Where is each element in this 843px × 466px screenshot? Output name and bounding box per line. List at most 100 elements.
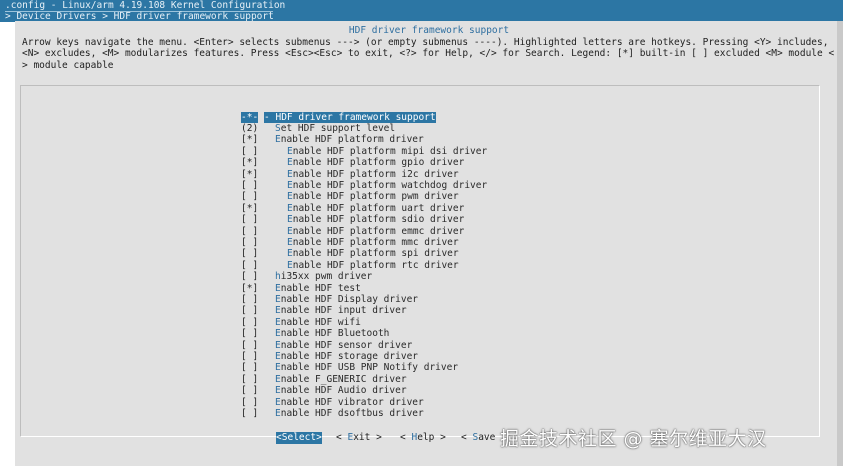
menu-item[interactable]: -*- - HDF driver framework support: [21, 111, 436, 123]
menu-item-state[interactable]: [ ]: [241, 248, 258, 259]
menu-item-label-rest: nable HDF storage driver: [280, 350, 419, 362]
menu-item-state[interactable]: [*]: [241, 283, 258, 294]
menu-item-label-rest: nable HDF USB PNP Notify driver: [280, 362, 459, 374]
menu-item-state[interactable]: (2): [241, 123, 258, 134]
menu-item-state[interactable]: [ ]: [241, 294, 258, 305]
menu-item-label: Enable HDF test: [275, 283, 361, 294]
menu-item-state[interactable]: [ ]: [241, 271, 258, 282]
menu-item-state[interactable]: [ ]: [241, 397, 258, 408]
menu-item-label: Enable HDF dsoftbus driver: [275, 408, 424, 419]
menu-item[interactable]: [ ] Enable HDF platform mipi dsi driver: [21, 146, 487, 157]
menu-item-state[interactable]: [ ]: [241, 374, 258, 385]
menu-item-state[interactable]: [ ]: [241, 180, 258, 191]
menu-item-label-rest: nable HDF input driver: [280, 305, 407, 317]
menu-item[interactable]: [ ] Enable HDF input driver: [21, 305, 421, 316]
menu-item[interactable]: [ ] Enable HDF platform spi driver: [21, 248, 459, 259]
menu-item-state[interactable]: [*]: [241, 169, 258, 180]
menu-item[interactable]: [ ] Enable HDF platform rtc driver: [21, 260, 459, 271]
menu-item[interactable]: [ ] Enable HDF Audio driver: [21, 385, 421, 396]
menu-item[interactable]: [ ] Enable HDF wifi: [21, 317, 421, 328]
menu-item-state[interactable]: [ ]: [241, 351, 258, 362]
save-button[interactable]: < Save: [461, 432, 495, 444]
menu-item-state[interactable]: [ ]: [241, 328, 258, 339]
menu-item-label: Enable HDF platform spi driver: [287, 248, 459, 259]
menu-item-label-rest: nable HDF sensor driver: [280, 339, 413, 351]
menu-item-label-rest: nable HDF Audio driver: [280, 385, 407, 397]
menu-item[interactable]: [ ] hi35xx pwm driver: [21, 271, 421, 282]
menu-item[interactable]: [ ] Enable HDF platform watchdog driver: [21, 180, 487, 191]
menu-item-label: Enable HDF wifi: [275, 317, 361, 328]
menu-item-state[interactable]: [ ]: [241, 226, 258, 237]
menu-item-label-rest: nable HDF platform pwm driver: [292, 191, 459, 203]
menu-item-state[interactable]: [ ]: [241, 237, 258, 248]
help-button[interactable]: < Help >: [400, 432, 446, 444]
menu-item[interactable]: [ ] Enable F_GENERIC driver: [21, 374, 421, 385]
menu-item[interactable]: (2) Set HDF support level: [21, 123, 421, 134]
menu-item-label-rest: nable HDF platform mipi dsi driver: [292, 145, 488, 157]
menu-item[interactable]: [ ] Enable HDF storage driver: [21, 351, 421, 362]
menu-item-label: Enable HDF platform watchdog driver: [287, 180, 487, 191]
menu-item[interactable]: [ ] Enable HDF Display driver: [21, 294, 421, 305]
menu-item-state[interactable]: [ ]: [241, 362, 258, 373]
menu-item-label: Enable HDF platform mipi dsi driver: [287, 146, 487, 157]
menu-item[interactable]: [*] Enable HDF platform driver: [21, 134, 424, 145]
menu-item-label: Enable HDF vibrator driver: [275, 397, 424, 408]
menu-item-state[interactable]: -*-: [241, 111, 259, 123]
select-button[interactable]: <Select>: [276, 432, 322, 444]
menu-item-state[interactable]: [*]: [241, 203, 258, 214]
menu-item-state[interactable]: [ ]: [241, 191, 258, 202]
menu-item-label-rest: nable HDF platform rtc driver: [292, 259, 459, 271]
menu-item-state[interactable]: [ ]: [241, 408, 258, 419]
menu-item-label: Enable HDF platform gpio driver: [287, 157, 464, 168]
menu-item-state[interactable]: [*]: [241, 157, 258, 168]
menu-item-label: Enable HDF input driver: [275, 305, 407, 316]
menu-item-label: Enable HDF platform emmc driver: [287, 226, 464, 237]
menu-item-state[interactable]: [ ]: [241, 305, 258, 316]
menu-item[interactable]: [ ] Enable HDF USB PNP Notify driver: [21, 362, 458, 373]
menu-item-label-rest: nable HDF platform emmc driver: [292, 225, 465, 237]
menu-item[interactable]: [ ] Enable HDF sensor driver: [21, 340, 421, 351]
menuconfig-dialog: HDF driver framework support Arrow keys …: [15, 21, 843, 466]
menu-item-label-rest: et HDF support level: [280, 122, 396, 134]
menu-item-state[interactable]: [ ]: [241, 385, 258, 396]
menu-item-label: Enable HDF USB PNP Notify driver: [275, 362, 458, 373]
menu-item-label: - HDF driver framework support: [264, 111, 436, 123]
menu-item[interactable]: [*] Enable HDF platform i2c driver: [21, 169, 459, 180]
menu-item-label: Enable HDF platform pwm driver: [287, 191, 459, 202]
menu-item-state[interactable]: [ ]: [241, 260, 258, 271]
menu-list[interactable]: -*- - HDF driver framework support (2) Set …: [20, 85, 820, 437]
menu-item-state[interactable]: [ ]: [241, 340, 258, 351]
menu-item[interactable]: [*] Enable HDF platform uart driver: [21, 203, 464, 214]
exit-button[interactable]: < Exit >: [336, 432, 382, 444]
menu-item-label: Enable HDF platform mmc driver: [287, 237, 459, 248]
menu-item-label-rest: nable HDF platform uart driver: [292, 202, 465, 214]
dialog-shadow: [837, 21, 843, 466]
menu-item[interactable]: [ ] Enable HDF platform mmc driver: [21, 237, 459, 248]
menu-item-label-rest: DF driver framework support: [281, 111, 436, 123]
menu-item-label-rest: nable HDF platform i2c driver: [292, 168, 459, 180]
menu-item[interactable]: [ ] Enable HDF platform sdio driver: [21, 214, 464, 225]
watermark-text: 掘金技术社区 @ 塞尔维亚大汉: [500, 428, 767, 450]
menu-item[interactable]: [*] Enable HDF test: [21, 283, 421, 294]
menu-item[interactable]: [ ] Enable HDF vibrator driver: [21, 397, 424, 408]
menu-item[interactable]: [*] Enable HDF platform gpio driver: [21, 157, 464, 168]
menu-item-label: Enable F_GENERIC driver: [275, 374, 407, 385]
help-text: Arrow keys navigate the menu. <Enter> se…: [22, 37, 835, 71]
menu-item[interactable]: [ ] Enable HDF platform pwm driver: [21, 191, 459, 202]
menu-item[interactable]: [ ] Enable HDF Bluetooth: [21, 328, 421, 339]
menu-item[interactable]: [ ] Enable HDF dsoftbus driver: [21, 408, 424, 419]
menu-item-label: Enable HDF platform sdio driver: [287, 214, 464, 225]
menu-item-state[interactable]: [ ]: [241, 317, 258, 328]
menu-item-label-rest: nable HDF Bluetooth: [280, 328, 390, 340]
menu-item-label-rest: nable HDF platform watchdog driver: [292, 179, 488, 191]
menu-item-label: Set HDF support level: [275, 123, 395, 134]
menu-item-state[interactable]: [ ]: [241, 146, 258, 157]
menu-item-state[interactable]: [*]: [241, 134, 258, 145]
menu-item[interactable]: [ ] Enable HDF platform emmc driver: [21, 226, 464, 237]
menu-item-label: Enable HDF platform driver: [275, 134, 424, 145]
terminal-header: .config - Linux/arm 4.19.108 Kernel Conf…: [0, 0, 843, 22]
menu-item-label: Enable HDF storage driver: [275, 351, 418, 362]
menu-item-label-rest: nable HDF platform gpio driver: [292, 157, 465, 169]
dialog-title: HDF driver framework support: [348, 25, 510, 36]
menu-item-state[interactable]: [ ]: [241, 214, 258, 225]
